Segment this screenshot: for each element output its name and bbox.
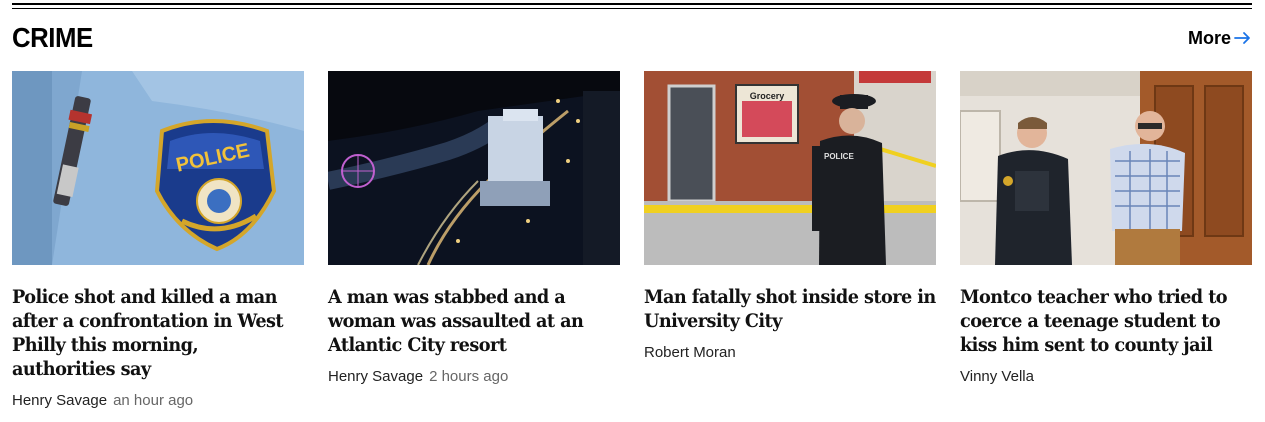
story-headline[interactable]: Man fatally shot inside store in Univers… [644, 285, 937, 333]
story-headline[interactable]: Montco teacher who tried to coerce a tee… [960, 285, 1253, 357]
story-author[interactable]: Henry Savage [12, 392, 107, 409]
teacher-escorted-by-officer-photo [960, 71, 1252, 265]
story-author[interactable]: Vinny Vella [960, 368, 1034, 385]
story-headline[interactable]: Police shot and killed a man after a con… [12, 285, 305, 381]
arrow-right-icon [1234, 32, 1250, 44]
story-timestamp: 2 hours ago [429, 368, 509, 385]
more-link-label: More [1187, 28, 1231, 48]
story-image-link[interactable] [960, 71, 1252, 265]
story-byline: Henry Savage 2 hours ago [328, 367, 620, 387]
section-top-rule [12, 3, 1252, 5]
story-byline: Vinny Vella [960, 367, 1252, 387]
police-shoulder-patch-photo: POLICE [12, 71, 304, 265]
section-top-rule-thin [12, 8, 1252, 9]
story-author[interactable]: Robert Moran [644, 344, 736, 361]
story-author[interactable]: Henry Savage [328, 368, 423, 385]
more-link[interactable]: More [1188, 27, 1252, 49]
police-officer-at-store-photo: Grocery POLICE [644, 71, 936, 265]
story-byline: Robert Moran [644, 343, 936, 363]
story-card[interactable]: Grocery POLICE Man fatally shot inside s… [644, 71, 936, 363]
story-card[interactable]: Montco teacher who tried to coerce a tee… [960, 71, 1252, 387]
story-byline: Henry Savage an hour ago [12, 391, 304, 411]
svg-text:POLICE: POLICE [824, 152, 854, 161]
story-image-link[interactable]: Grocery POLICE [644, 71, 936, 265]
story-headline[interactable]: A man was stabbed and a woman was assaul… [328, 285, 621, 357]
story-image-link[interactable]: POLICE [12, 71, 304, 265]
story-card[interactable]: A man was stabbed and a woman was assaul… [328, 71, 620, 387]
section-title[interactable]: CRIME [12, 21, 93, 55]
story-timestamp: an hour ago [113, 392, 194, 409]
svg-text:Grocery: Grocery [750, 91, 785, 101]
story-card[interactable]: POLICE Police shot and killed a man afte… [12, 71, 304, 411]
story-image-link[interactable] [328, 71, 620, 265]
atlantic-city-night-aerial-photo [328, 71, 620, 265]
